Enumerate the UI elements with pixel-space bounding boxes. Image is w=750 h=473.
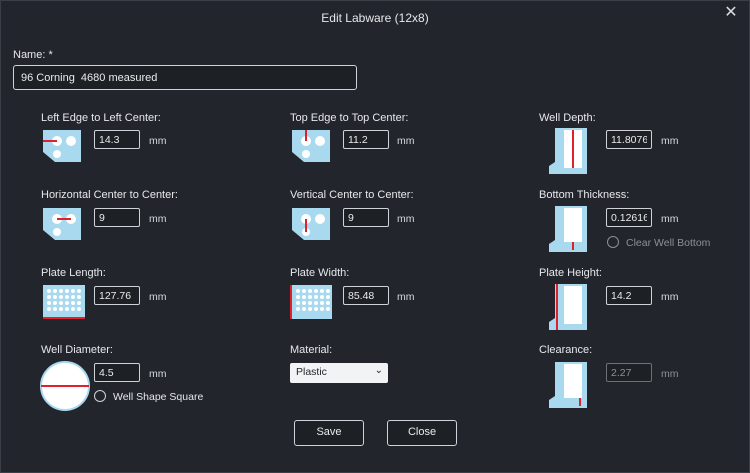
name-label: Name: * [13, 49, 53, 61]
v-center-unit: mm [397, 213, 415, 225]
left-edge-label: Left Edge to Left Center: [41, 112, 161, 124]
v-center-icon [292, 208, 330, 240]
well-depth-label: Well Depth: [539, 112, 596, 124]
close-button[interactable]: Close [387, 420, 457, 446]
clearance-unit: mm [661, 368, 679, 380]
left-edge-unit: mm [149, 135, 167, 147]
top-edge-label: Top Edge to Top Center: [290, 112, 409, 124]
close-icon[interactable]: ✕ [723, 5, 739, 21]
h-center-label: Horizontal Center to Center: [41, 189, 178, 201]
plate-height-input[interactable] [606, 286, 652, 305]
well-depth-input[interactable] [606, 130, 652, 149]
plate-height-label: Plate Height: [539, 267, 602, 279]
plate-length-icon [43, 285, 85, 319]
plate-width-icon [290, 285, 332, 319]
well-depth-unit: mm [661, 135, 679, 147]
clear-well-bottom-radio[interactable] [607, 236, 619, 248]
h-center-icon [43, 208, 81, 240]
bottom-thickness-unit: mm [661, 213, 679, 225]
h-center-unit: mm [149, 213, 167, 225]
plate-width-unit: mm [397, 291, 415, 303]
edit-labware-dialog: Edit Labware (12x8) ✕ Name: * Left Edge … [0, 0, 750, 473]
plate-height-unit: mm [661, 291, 679, 303]
top-edge-icon [292, 130, 330, 162]
plate-width-label: Plate Width: [290, 267, 350, 279]
v-center-label: Vertical Center to Center: [290, 189, 414, 201]
top-edge-input[interactable] [343, 130, 389, 149]
well-diameter-icon [40, 361, 90, 411]
clearance-icon [549, 362, 587, 408]
well-diameter-unit: mm [149, 368, 167, 380]
clearance-label: Clearance: [539, 344, 593, 356]
plate-width-input[interactable] [343, 286, 389, 305]
plate-length-unit: mm [149, 291, 167, 303]
h-center-input[interactable] [94, 208, 140, 227]
material-label: Material: [290, 344, 333, 356]
well-shape-square-radio[interactable] [94, 390, 106, 402]
chevron-down-icon: ⌄ [374, 365, 383, 376]
plate-length-input[interactable] [94, 286, 140, 305]
dialog-title: Edit Labware (12x8) [321, 11, 429, 25]
well-depth-icon [549, 128, 587, 174]
bottom-thickness-input[interactable] [606, 208, 652, 227]
well-diameter-input[interactable] [94, 363, 140, 382]
bottom-thickness-label: Bottom Thickness: [539, 189, 630, 201]
well-shape-square-label: Well Shape Square [113, 391, 204, 403]
save-button[interactable]: Save [294, 420, 364, 446]
left-edge-input[interactable] [94, 130, 140, 149]
well-diameter-label: Well Diameter: [41, 344, 113, 356]
v-center-input[interactable] [343, 208, 389, 227]
material-selected-value: Plastic [296, 366, 327, 378]
clear-well-bottom-label: Clear Well Bottom [626, 237, 711, 249]
top-edge-unit: mm [397, 135, 415, 147]
clearance-input[interactable] [606, 363, 652, 382]
bottom-thickness-icon [549, 206, 587, 252]
name-input[interactable] [13, 65, 357, 90]
material-select[interactable]: Plastic ⌄ [290, 363, 388, 383]
left-edge-icon [43, 130, 81, 162]
plate-length-label: Plate Length: [41, 267, 106, 279]
plate-height-icon [549, 284, 587, 330]
